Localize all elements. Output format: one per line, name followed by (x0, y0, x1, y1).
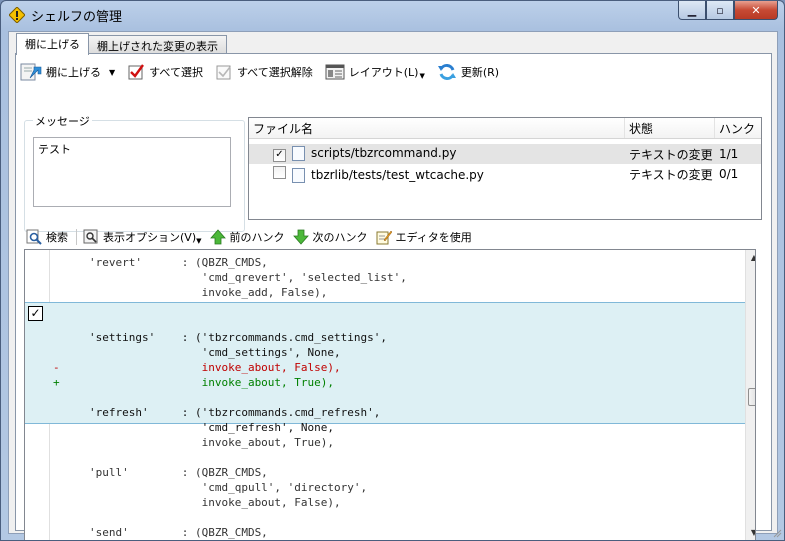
diff-line-text: 'cmd_qrevert', 'selected_list', (89, 271, 407, 284)
checkbox-checked-icon (128, 64, 145, 80)
next-hunk-label: 次のハンク (312, 231, 368, 244)
scroll-thumb[interactable] (748, 387, 755, 406)
layout-label: レイアウト(L) (348, 66, 419, 79)
layout-icon (325, 64, 345, 80)
document-icon (292, 146, 305, 162)
bazaar-app-icon (9, 7, 25, 23)
diff-line-text: invoke_about, True), (89, 436, 335, 449)
search-button[interactable]: 検索 (26, 229, 68, 245)
checkbox-clear-icon (216, 65, 231, 80)
file-list: ファイル名 状態 ハンク ✓ scripts/tbzrcommand.py テキス… (248, 117, 762, 220)
toolbar-separator (76, 229, 77, 245)
search-icon (26, 229, 42, 245)
diff-line-text: invoke_add, False), (89, 286, 328, 299)
column-header-hunks[interactable]: ハンク (715, 118, 761, 138)
shelve-dropdown-icon[interactable]: ▼ (109, 68, 115, 77)
layout-button[interactable]: レイアウト(L) ▼ (325, 63, 425, 81)
file-status: テキストの変更 (629, 167, 713, 182)
diff-line-text: 'pull' : (QBZR_CMDS, (89, 466, 268, 479)
deselect-all-label: すべて選択解除 (236, 66, 313, 79)
title-bar[interactable]: シェルフの管理 ▁ ▫ ✕ (1, 1, 784, 29)
main-toolbar: 棚に上げる ▼ すべて選択 すべて選択解除 レイアウト(L) ▼ 更新(R) (20, 58, 766, 86)
message-input[interactable]: テスト (33, 137, 231, 207)
diff-line-text: 'send' : (QBZR_CMDS, (89, 526, 268, 539)
maximize-icon: ▫ (716, 3, 724, 17)
file-hunks: 1/1 (719, 147, 739, 161)
diff-toolbar: 検索 表示オプション(V) ▼ 前のハンク 次のハンク エディタを使用 (20, 225, 766, 249)
maximize-button[interactable]: ▫ (706, 1, 734, 20)
tab-view-shelved[interactable]: 棚上げされた変更の表示 (88, 35, 227, 54)
diff-line-text: 'revert' : (QBZR_CMDS, (89, 256, 268, 269)
message-group: メッセージ テスト (24, 113, 245, 232)
prev-hunk-button[interactable]: 前のハンク (209, 229, 285, 245)
file-checkbox[interactable]: ✓ (273, 148, 286, 162)
resize-grip-icon[interactable] (772, 528, 782, 538)
select-all-button[interactable]: すべて選択 (127, 63, 203, 81)
arrow-up-icon (209, 229, 226, 245)
file-list-header: ファイル名 状態 ハンク (249, 118, 761, 139)
window-controls: ▁ ▫ ✕ (678, 1, 778, 21)
column-header-status[interactable]: 状態 (625, 118, 715, 138)
close-button[interactable]: ✕ (734, 1, 778, 20)
diff-line-marker: - (53, 361, 60, 374)
diff-line-text: 'cmd_refresh', None, (89, 421, 335, 434)
file-name: tbzrlib/tests/test_wtcache.py (311, 167, 484, 182)
diff-line-text: 'cmd_settings', None, (89, 346, 341, 359)
search-label: 検索 (46, 231, 68, 244)
window-title: シェルフの管理 (31, 10, 123, 25)
select-all-label: すべて選択 (149, 66, 203, 79)
message-label: メッセージ (33, 113, 92, 129)
close-icon: ✕ (751, 3, 761, 17)
refresh-label: 更新(R) (460, 66, 500, 79)
vertical-scrollbar[interactable]: ▲ ▼ (745, 250, 755, 540)
minimize-icon: ▁ (687, 3, 697, 17)
refresh-icon (437, 63, 456, 81)
diff-line-text: invoke_about, False), (89, 496, 341, 509)
file-status: テキストの変更 (629, 147, 713, 162)
scroll-down-icon[interactable]: ▼ (746, 525, 755, 540)
shelve-label: 棚に上げる (46, 66, 101, 79)
tab-bar: 棚に上げる 棚上げされた変更の表示 (16, 33, 227, 55)
file-row[interactable]: ✓ scripts/tbzrcommand.py テキストの変更 1/1 (249, 144, 761, 164)
view-options-label: 表示オプション(V) (103, 231, 197, 244)
diff-line-text: invoke_about, True), (89, 376, 335, 389)
file-row[interactable]: tbzrlib/tests/test_wtcache.py テキストの変更 0/… (249, 164, 761, 184)
deselect-all-button[interactable]: すべて選択解除 (215, 63, 313, 81)
view-options-dropdown-icon[interactable]: ▼ (196, 237, 201, 245)
diff-line-text: 'refresh' : ('tbzrcommands.cmd_refresh', (89, 406, 381, 419)
prev-hunk-label: 前のハンク (229, 231, 285, 244)
client-area: 棚に上げる 棚上げされた変更の表示 棚に上げる ▼ すべて選択 すべて選択解除 … (8, 31, 778, 540)
use-editor-button[interactable]: エディタを使用 (376, 229, 472, 245)
refresh-button[interactable]: 更新(R) (437, 62, 499, 82)
view-options-button[interactable]: 表示オプション(V) ▼ (83, 229, 202, 245)
shelve-window: シェルフの管理 ▁ ▫ ✕ 棚に上げる 棚上げされた変更の表示 棚に上げる ▼ (0, 0, 785, 541)
minimize-button[interactable]: ▁ (678, 1, 706, 20)
diff-line-text: 'cmd_qpull', 'directory', (89, 481, 368, 494)
scroll-up-icon[interactable]: ▲ (746, 250, 755, 266)
tab-shelve[interactable]: 棚に上げる (16, 33, 89, 55)
diff-line-text: 'settings' : ('tbzrcommands.cmd_settings… (89, 331, 388, 344)
use-editor-label: エディタを使用 (395, 231, 472, 244)
diff-line-marker: + (53, 376, 60, 389)
shelve-tab-panel: 棚に上げる ▼ すべて選択 すべて選択解除 レイアウト(L) ▼ 更新(R) メ… (15, 53, 772, 540)
view-options-icon (83, 229, 98, 244)
arrow-down-icon (292, 229, 309, 245)
file-checkbox[interactable] (273, 165, 286, 179)
diff-view[interactable]: ✓ 'revert' : (QBZR_CMDS, 'cmd_qrevert', … (24, 249, 756, 540)
hunk-checkbox[interactable]: ✓ (28, 306, 43, 321)
file-name: scripts/tbzrcommand.py (311, 146, 457, 161)
file-hunks: 0/1 (719, 167, 739, 181)
layout-dropdown-icon[interactable]: ▼ (419, 72, 424, 80)
document-icon (292, 167, 305, 183)
diff-line-text: invoke_about, False), (89, 361, 341, 374)
shelve-button[interactable]: 棚に上げる ▼ (20, 62, 115, 82)
column-header-filename[interactable]: ファイル名 (249, 118, 625, 138)
next-hunk-button[interactable]: 次のハンク (292, 229, 368, 245)
editor-icon (376, 230, 392, 245)
shelve-icon (20, 63, 42, 81)
